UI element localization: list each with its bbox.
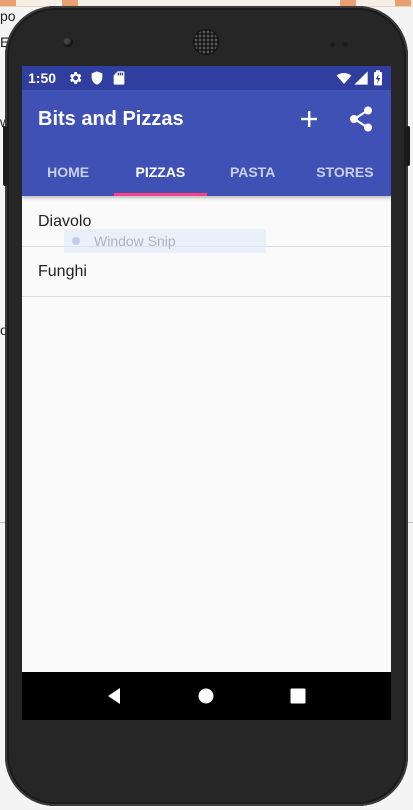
volume-button [3, 126, 7, 186]
recents-button[interactable] [286, 684, 310, 708]
back-button[interactable] [102, 684, 126, 708]
share-icon [350, 106, 372, 132]
snip-label: Window Snip [94, 233, 176, 249]
recents-icon [290, 688, 306, 704]
tab-bar: HOME PIZZAS PASTA STORES [22, 148, 391, 196]
home-button[interactable] [194, 684, 218, 708]
front-camera-icon [63, 37, 73, 47]
light-sensor-icon [343, 42, 348, 47]
status-bar: 1:50 [22, 66, 391, 90]
list-item[interactable]: Funghi [22, 247, 391, 297]
sd-card-icon [111, 70, 127, 86]
tab-pasta[interactable]: PASTA [207, 148, 299, 196]
app-title: Bits and Pizzas [38, 108, 184, 130]
battery-charging-icon [372, 70, 388, 86]
add-icon [301, 111, 317, 127]
tab-label: HOME [47, 164, 90, 180]
tab-indicator [114, 193, 207, 196]
back-icon [108, 688, 120, 704]
app-bar: Bits and Pizzas [22, 90, 391, 148]
tab-pizzas[interactable]: PIZZAS [114, 148, 207, 196]
tab-stores[interactable]: STORES [299, 148, 391, 196]
share-button[interactable] [344, 102, 378, 136]
tab-home[interactable]: HOME [22, 148, 114, 196]
desktop-text-fragment: po [0, 8, 16, 24]
tab-label: STORES [316, 164, 374, 180]
shield-icon [89, 70, 105, 86]
snip-icon [72, 237, 80, 245]
status-time: 1:50 [28, 70, 57, 86]
cell-signal-icon [353, 70, 369, 86]
tab-label: PIZZAS [135, 164, 186, 180]
window-snip-overlay: Window Snip [64, 229, 266, 253]
home-icon [198, 688, 214, 704]
wifi-icon [336, 70, 352, 86]
navigation-bar [22, 672, 391, 720]
list-item-label: Diavolo [38, 212, 92, 230]
tab-label: PASTA [229, 164, 276, 180]
gear-icon [67, 70, 83, 86]
proximity-sensor-icon [330, 42, 335, 47]
power-button [406, 126, 410, 166]
earpiece-speaker-icon [194, 30, 218, 54]
app-screen: 1:50 Bits and Pizzas HOME PIZZAS PASTA S… [22, 66, 391, 720]
list-item-label: Funghi [38, 262, 87, 280]
add-button[interactable] [292, 102, 326, 136]
